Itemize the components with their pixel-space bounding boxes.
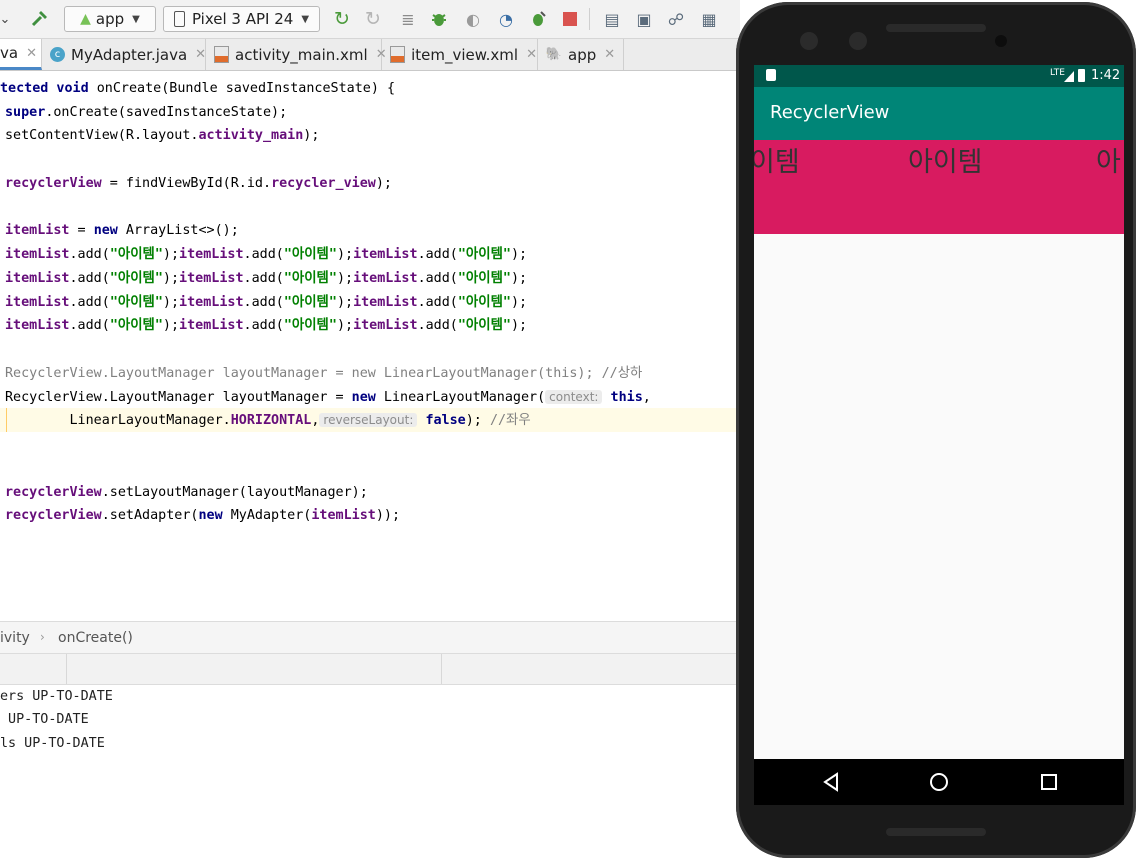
- logcat-icon[interactable]: ≣: [396, 6, 420, 32]
- code-line-add: itemList.add("아이템");itemList.add("아이템");…: [5, 318, 528, 333]
- network-label: LTE: [1050, 68, 1065, 78]
- device-label: Pixel 3 API 24: [191, 10, 294, 28]
- app-title: RecyclerView: [770, 102, 890, 123]
- app-bar: RecyclerView: [754, 87, 1124, 140]
- code-line: RecyclerView.LayoutManager layoutManager…: [5, 390, 651, 405]
- editor-tabs: va ✕ c MyAdapter.java ✕ activity_main.xm…: [0, 39, 740, 71]
- list-item[interactable]: 아이템: [908, 140, 983, 179]
- home-icon[interactable]: [930, 773, 948, 791]
- run-config-label: app: [95, 10, 125, 28]
- ide-window: ⌄ ▲ app ▼ Pixel 3 API 24 ▼ ↻ ↻ ≣ ◐ ◔ ▤ ▣: [0, 0, 740, 860]
- emulator-frame: LTE 1:42 RecyclerView 이템 아이템 아: [734, 0, 1139, 860]
- back-icon[interactable]: [822, 772, 840, 796]
- tab-label: MyAdapter.java: [71, 45, 188, 64]
- phone-body: LTE 1:42 RecyclerView 이템 아이템 아: [736, 2, 1136, 858]
- tab-main-activity[interactable]: va ✕: [0, 39, 42, 70]
- breadcrumb: ivity › onCreate(): [0, 621, 740, 654]
- avd-manager-icon[interactable]: ▣: [632, 6, 656, 32]
- close-icon[interactable]: ✕: [604, 47, 615, 62]
- tab-app[interactable]: 🐘 app ✕: [538, 39, 624, 70]
- profile-icon[interactable]: ◐: [461, 6, 485, 32]
- java-class-icon: c: [50, 47, 65, 63]
- bottom-speaker-grille: [886, 828, 986, 836]
- code-line-add: itemList.add("아이템");itemList.add("아이템");…: [5, 271, 528, 286]
- sensor-icon: [800, 32, 818, 50]
- tab-activity-main-xml[interactable]: activity_main.xml ✕: [206, 39, 387, 70]
- build-output-line: UP-TO-DATE: [0, 712, 89, 727]
- code-line-add: itemList.add("아이템");itemList.add("아이템");…: [5, 295, 528, 310]
- stop-icon[interactable]: [558, 6, 582, 32]
- gradle-icon: 🐘: [545, 47, 563, 62]
- recycler-view[interactable]: 이템 아이템 아: [754, 140, 1124, 234]
- code-line: setContentView(R.layout.activity_main);: [5, 128, 320, 143]
- close-icon[interactable]: ✕: [26, 46, 37, 61]
- camera-icon: [849, 32, 867, 50]
- tab-myadapter[interactable]: c MyAdapter.java ✕: [42, 39, 206, 70]
- navigation-bar: [754, 759, 1124, 805]
- code-line: recyclerView = findViewById(R.id.recycle…: [5, 176, 392, 191]
- status-bar: LTE 1:42: [754, 65, 1124, 87]
- list-item[interactable]: 이템: [754, 140, 800, 179]
- code-line: tected void onCreate(Bundle savedInstanc…: [0, 81, 396, 96]
- attach-debugger-icon[interactable]: [526, 6, 550, 32]
- sd-card-icon: [766, 69, 776, 81]
- clock: 1:42: [1091, 68, 1121, 83]
- build-output-line: ers UP-TO-DATE: [0, 689, 113, 704]
- build-panel-header: [0, 653, 740, 685]
- code-editor[interactable]: tected void onCreate(Bundle savedInstanc…: [0, 71, 740, 621]
- signal-icon: [1064, 71, 1074, 82]
- code-line: recyclerView.setLayoutManager(layoutMana…: [5, 485, 368, 500]
- code-line-comment: RecyclerView.LayoutManager layoutManager…: [5, 366, 643, 381]
- chevron-right-icon: ›: [40, 630, 45, 644]
- sdk-manager-icon[interactable]: ▦: [697, 6, 721, 32]
- gauge-icon[interactable]: ◔: [494, 6, 518, 32]
- code-line: itemList = new ArrayList<>();: [5, 223, 239, 238]
- battery-icon: [1078, 69, 1085, 82]
- close-icon[interactable]: ✕: [195, 47, 206, 62]
- close-icon[interactable]: ✕: [526, 47, 537, 62]
- code-line: recyclerView.setAdapter(new MyAdapter(it…: [5, 508, 401, 523]
- build-output-line: ls UP-TO-DATE: [0, 736, 105, 751]
- param-hint: reverseLayout:: [319, 413, 418, 427]
- speaker-grille: [886, 24, 986, 32]
- tab-label: app: [568, 45, 597, 64]
- tab-label: activity_main.xml: [235, 45, 368, 64]
- tab-label: item_view.xml: [411, 45, 519, 64]
- code-line: LinearLayoutManager.HORIZONTAL, reverseLa…: [5, 413, 531, 428]
- code-line-add: itemList.add("아이템");itemList.add("아이템");…: [5, 247, 528, 262]
- xml-file-icon: [214, 46, 229, 63]
- android-icon: ▲: [80, 11, 91, 27]
- run-config-combo[interactable]: ▲ app ▼: [64, 6, 156, 32]
- tab-item-view-xml[interactable]: item_view.xml ✕: [382, 39, 538, 70]
- chevron-down-icon: ▼: [301, 13, 310, 25]
- main-toolbar: ⌄ ▲ app ▼ Pixel 3 API 24 ▼ ↻ ↻ ≣ ◐ ◔ ▤ ▣: [0, 0, 740, 39]
- device-screen[interactable]: LTE 1:42 RecyclerView 이템 아이템 아: [754, 65, 1124, 805]
- apply-code-changes-icon[interactable]: ↻: [361, 6, 385, 32]
- device-combo[interactable]: Pixel 3 API 24 ▼: [163, 6, 320, 32]
- chevron-down-icon: ▼: [132, 13, 140, 25]
- param-hint: context:: [545, 390, 603, 404]
- code-line: super.onCreate(savedInstanceState);: [5, 105, 288, 120]
- build-hammer-icon[interactable]: [28, 6, 52, 32]
- breadcrumb-method[interactable]: onCreate(): [58, 630, 133, 646]
- debug-icon[interactable]: [427, 6, 451, 32]
- breadcrumb-class[interactable]: ivity: [0, 630, 30, 646]
- project-structure-icon[interactable]: ▤: [600, 6, 624, 32]
- overview-icon[interactable]: [1041, 774, 1057, 790]
- xml-file-icon: [390, 46, 406, 63]
- sync-gradle-icon[interactable]: ☍: [664, 6, 688, 32]
- apply-changes-icon[interactable]: ↻: [330, 6, 354, 32]
- list-item[interactable]: 아: [1096, 140, 1121, 179]
- device-icon: [173, 11, 185, 27]
- tab-label: va: [0, 44, 19, 62]
- front-camera-icon: [995, 35, 1007, 47]
- overflow-icon[interactable]: ⌄: [0, 6, 10, 32]
